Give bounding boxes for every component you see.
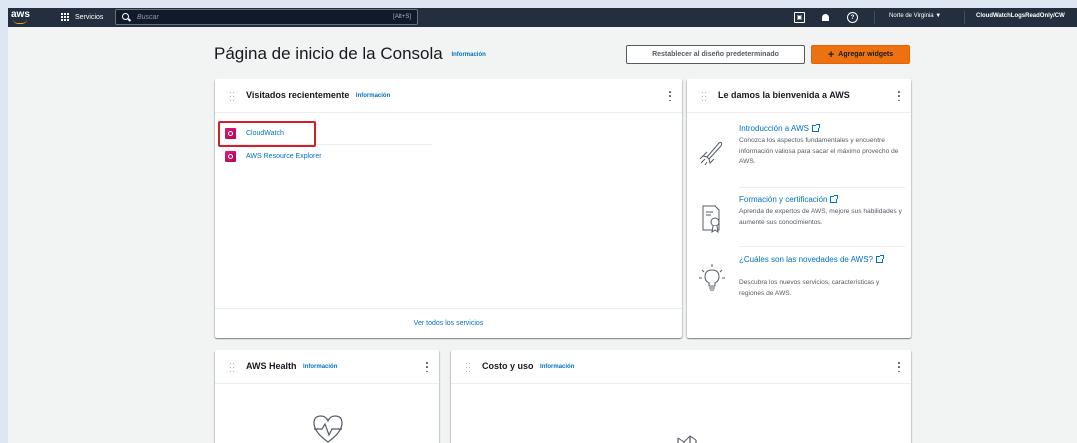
page-title-text: Página de inicio de la Consola [214,44,443,63]
welcome-divider [739,187,905,188]
more-options-icon[interactable] [425,362,429,372]
search-icon [122,12,131,22]
welcome-divider [739,246,905,247]
widget-title-text: Costo y uso [482,361,534,371]
welcome-description: Aprenda de expertos de AWS, mejore sus h… [739,208,902,226]
widget-title: Costo y uso Información [482,361,574,371]
resource-explorer-icon [225,150,236,162]
widget-title: Le damos la bienvenida a AWS [718,90,850,100]
drag-handle-icon[interactable] [230,363,234,372]
drag-handle-icon[interactable] [230,92,234,101]
certificate-icon [702,205,720,233]
recently-visited-widget: Visitados recientemente Información Clou… [215,79,682,338]
widget-title: AWS Health Información [246,361,337,371]
search-bar[interactable]: [Alt+S] [115,9,418,25]
more-options-icon[interactable] [897,362,901,372]
bell-icon[interactable] [820,12,831,23]
more-options-icon[interactable] [897,91,901,101]
widget-header: AWS Health Información [215,350,439,384]
nav-divider [964,11,965,24]
heart-pulse-icon [313,415,343,443]
services-menu-button[interactable]: Servicios [61,11,103,24]
nav-divider [874,11,875,24]
services-label: Servicios [75,14,104,21]
lightbulb-icon [699,264,725,291]
welcome-widget: Le damos la bienvenida a AWS Introducció… [687,79,911,338]
search-input[interactable] [137,13,357,21]
help-icon[interactable]: ? [847,12,858,23]
view-all-services-link[interactable]: Ver todos los servicios [215,308,682,338]
add-widgets-button[interactable]: + Agregar widgets [811,45,910,64]
highlight-annotation [218,121,316,147]
plus-icon: + [827,48,835,61]
more-options-icon[interactable] [668,91,672,101]
welcome-link-text: Formación y certificación [739,195,828,204]
rocket-icon [699,141,723,166]
welcome-link[interactable]: Introducción a AWS [739,124,820,133]
recent-item-resource-explorer[interactable]: AWS Resource Explorer [225,147,322,165]
cloudshell-icon[interactable]: ▣ [794,12,805,23]
aws-health-widget: AWS Health Información [215,350,439,443]
info-link[interactable]: Información [303,364,337,370]
drag-handle-icon[interactable] [702,92,706,101]
cost-and-usage-widget: Costo y uso Información [451,350,911,443]
region-selector[interactable]: Norte de Virginia ▼ [889,13,941,19]
external-link-icon [811,124,820,132]
account-menu[interactable]: CloudWatchLogsReadOnly/CW [976,13,1065,19]
external-link-icon [830,195,839,203]
welcome-link-text: ¿Cuáles son las novedades de AWS? [739,255,874,264]
search-shortcut: [Alt+S] [393,14,411,20]
external-link-icon [876,255,885,263]
welcome-item: Introducción a AWS Conozca los aspectos … [697,124,903,184]
console-frame: aws Servicios [Alt+S] ▣ ? Norte de Virgi… [8,8,1077,443]
aws-logo[interactable]: aws [11,9,31,26]
widget-header: Le damos la bienvenida a AWS [687,79,911,113]
welcome-link[interactable]: Formación y certificación [739,195,839,204]
reset-layout-button[interactable]: Restablecer al diseño predeterminado [626,45,805,64]
widget-title: Visitados recientemente Información [246,90,390,100]
recent-item-label: AWS Resource Explorer [246,152,322,160]
cost-chart-icon [677,435,697,443]
welcome-description: Descubra los nuevos servicios, caracterí… [739,279,880,297]
welcome-description: Conozca los aspectos fundamentales y enc… [739,137,899,165]
widget-title-text: AWS Health [246,361,297,371]
info-link[interactable]: Información [540,364,574,370]
welcome-link[interactable]: ¿Cuáles son las novedades de AWS? [739,254,901,265]
widget-title-text: Visitados recientemente [246,90,350,100]
info-link[interactable]: Información [451,52,485,58]
widget-header: Visitados recientemente Información [215,79,682,113]
widget-header: Costo y uso Información [451,350,911,384]
grid-icon [61,12,71,23]
welcome-item: ¿Cuáles son las novedades de AWS? Descub… [697,254,903,314]
page-title: Página de inicio de la Consola Informaci… [214,44,486,64]
info-link[interactable]: Información [356,93,390,99]
welcome-link-text: Introducción a AWS [739,124,809,133]
top-navigation: aws Servicios [Alt+S] ▣ ? Norte de Virgi… [8,8,1077,27]
add-widgets-label: Agregar widgets [838,51,894,58]
drag-handle-icon[interactable] [466,363,470,372]
